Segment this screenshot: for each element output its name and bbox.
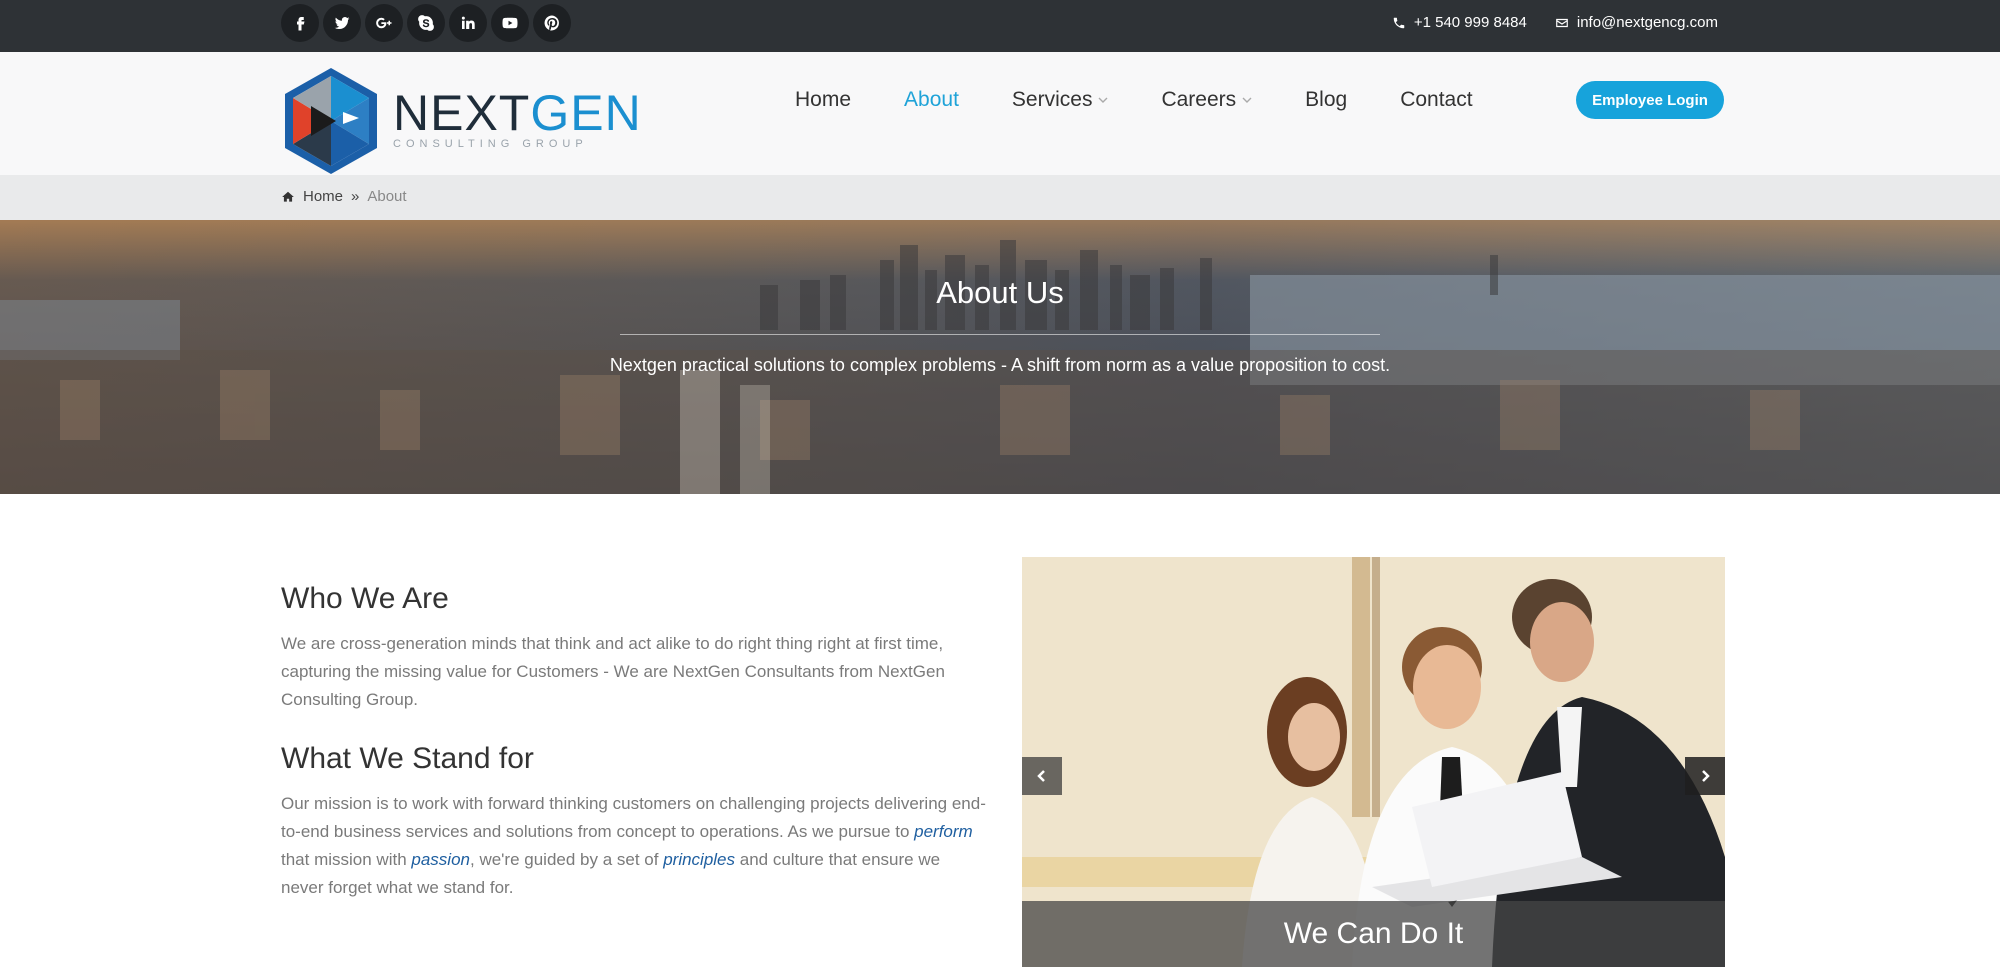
slider-caption: We Can Do It	[1022, 901, 1725, 967]
phone-number: +1 540 999 8484	[1413, 14, 1527, 31]
hero-banner: About Us Nextgen practical solutions to …	[0, 220, 2000, 494]
breadcrumb-home[interactable]: Home	[303, 188, 343, 205]
nav-about[interactable]: About	[904, 88, 959, 112]
social-links	[281, 4, 571, 42]
nav-services[interactable]: Services	[1012, 88, 1109, 112]
facebook-icon[interactable]	[281, 4, 319, 42]
nav-home[interactable]: Home	[795, 88, 851, 112]
logo-hexagon-icon	[285, 68, 377, 174]
logo[interactable]: NEXTGEN CONSULTING GROUP	[281, 66, 641, 176]
main-nav: Home About Services Careers Blog Contact	[795, 88, 1526, 112]
google-plus-icon[interactable]	[365, 4, 403, 42]
slider-next-button[interactable]	[1685, 757, 1725, 795]
who-we-are-text: We are cross-generation minds that think…	[281, 634, 945, 709]
chevron-left-icon	[1037, 770, 1045, 782]
who-we-are-heading: Who We Are	[281, 582, 449, 615]
employee-login-button[interactable]: Employee Login	[1576, 81, 1724, 119]
about-text-section: Who We Are We are cross-generation minds…	[281, 578, 986, 902]
home-icon[interactable]	[281, 190, 295, 204]
youtube-icon[interactable]	[491, 4, 529, 42]
chevron-down-icon	[1098, 97, 1108, 103]
chevron-right-icon	[1702, 770, 1710, 782]
skype-icon[interactable]	[407, 4, 445, 42]
phone-link[interactable]: +1 540 999 8484	[1392, 14, 1527, 31]
chevron-down-icon	[1242, 97, 1252, 103]
slider-prev-button[interactable]	[1022, 757, 1062, 795]
logo-wordmark: NEXTGEN	[393, 85, 642, 141]
top-bar: +1 540 999 8484 info@nextgencg.com	[0, 0, 2000, 52]
phone-icon	[1393, 17, 1405, 28]
email-link[interactable]: info@nextgencg.com	[1555, 14, 1718, 31]
breadcrumb: Home » About	[0, 175, 2000, 220]
twitter-icon[interactable]	[323, 4, 361, 42]
email-address: info@nextgencg.com	[1576, 14, 1718, 31]
nav-contact[interactable]: Contact	[1400, 88, 1472, 112]
principles-link[interactable]: principles	[663, 850, 735, 869]
page-title: About Us	[936, 275, 1064, 310]
linkedin-icon[interactable]	[449, 4, 487, 42]
pinterest-icon[interactable]	[533, 4, 571, 42]
what-we-stand-for-text: Our mission is to work with forward thin…	[281, 794, 986, 897]
logo-tagline: CONSULTING GROUP	[393, 138, 588, 150]
perform-link[interactable]: perform	[914, 822, 973, 841]
site-header: NEXTGEN CONSULTING GROUP Home About Serv…	[0, 52, 2000, 175]
breadcrumb-separator: »	[351, 188, 360, 205]
breadcrumb-current: About	[367, 188, 407, 205]
nav-blog[interactable]: Blog	[1305, 88, 1347, 112]
hero-subtitle: Nextgen practical solutions to complex p…	[609, 355, 1391, 375]
hero-divider	[620, 334, 1380, 335]
image-slider[interactable]: We Can Do It	[1022, 557, 1725, 967]
what-we-stand-for-heading: What We Stand for	[281, 742, 534, 775]
contact-info: +1 540 999 8484 info@nextgencg.com	[1392, 14, 1718, 31]
nav-careers[interactable]: Careers	[1161, 88, 1252, 112]
passion-link[interactable]: passion	[411, 850, 470, 869]
envelope-icon	[1556, 18, 1568, 27]
